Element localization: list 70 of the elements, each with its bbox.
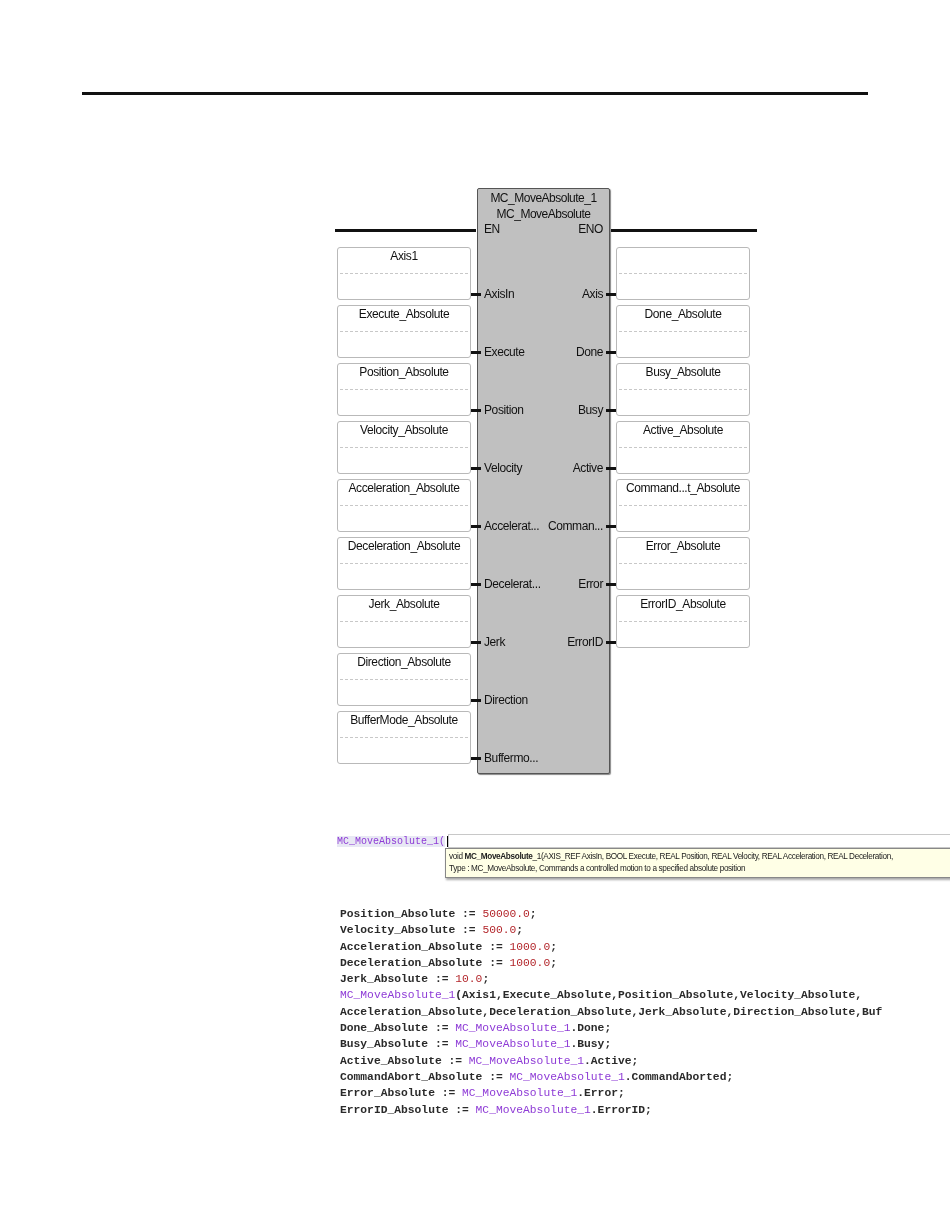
tooltip-text: Type : MC_MoveAbsolute, Commands a controlled motion to a specified absolute position xyxy=(449,863,747,875)
pin-wire xyxy=(470,640,481,644)
pin-label: Position xyxy=(484,403,524,417)
tooltip-text: void MC_MoveAbsolute_1(AXIS_REF AxisIn, BOOL Execute, REAL Position, REAL Velocity, REAL Acceleration, REAL Deceleration, xyxy=(449,851,894,863)
pin-wire xyxy=(470,466,481,470)
text-cursor-icon xyxy=(447,835,449,847)
input-variable-box[interactable]: BufferMode_Absolute xyxy=(337,711,471,764)
output-variable-box[interactable]: Busy_Absolute xyxy=(616,363,750,416)
output-variable-box[interactable]: Error_Absolute xyxy=(616,537,750,590)
output-variable-box[interactable]: Done_Absolute xyxy=(616,305,750,358)
code-line: Busy_Absolute := MC_MoveAbsolute_1.Busy; xyxy=(340,1037,613,1053)
pin-wire xyxy=(470,292,481,296)
pin-label: Busy xyxy=(577,403,603,417)
code-line: Jerk_Absolute := 10.0; xyxy=(340,972,491,988)
block-type-name: MC_MoveAbsolute xyxy=(496,206,591,222)
code-line: Position_Absolute := 50000.0; xyxy=(340,907,538,922)
code-line: Error_Absolute := MC_MoveAbsolute_1.Error; xyxy=(340,1086,626,1102)
pin-wire xyxy=(606,350,617,354)
pin-label: Jerk xyxy=(484,635,506,649)
pin-wire xyxy=(606,292,617,296)
code-line: CommandAbort_Absolute := MC_MoveAbsolute_1.CommandAborted; xyxy=(340,1069,735,1085)
input-variable-box[interactable]: Direction_Absolute xyxy=(337,653,471,706)
pin-label: Direction xyxy=(484,693,528,707)
pin-wire xyxy=(606,640,617,644)
code-input-text[interactable]: MC_MoveAbsolute_1( xyxy=(337,835,446,847)
output-variable-box[interactable]: ErrorID_Absolute xyxy=(616,595,750,648)
block-instance-name: MC_MoveAbsolute_1 xyxy=(490,190,597,206)
pin-label: Error xyxy=(578,577,603,591)
pin-label: EN xyxy=(484,222,500,236)
code-line: Acceleration_Absolute,Deceleration_Absolute,Jerk_Absolute,Direction_Absolute,Buf xyxy=(340,1004,884,1020)
pin-label: Execute xyxy=(484,345,525,359)
pin-wire xyxy=(470,582,481,586)
pin-label: ErrorID xyxy=(567,635,603,649)
pin-label: Active xyxy=(572,461,603,475)
code-line: MC_MoveAbsolute_1(Axis1,Execute_Absolute,Position_Absolute,Velocity_Absolute, xyxy=(340,988,863,1004)
pin-wire xyxy=(606,466,617,470)
pin-wire xyxy=(470,350,481,354)
pin-wire xyxy=(470,756,481,760)
pin-wire xyxy=(606,408,617,412)
code-line: Velocity_Absolute := 500.0; xyxy=(340,923,525,939)
input-variable-box[interactable]: Position_Absolute xyxy=(337,363,471,416)
pin-label: Done xyxy=(575,345,603,359)
input-variable-box[interactable]: Jerk_Absolute xyxy=(337,595,471,648)
output-variable-box[interactable]: Command...t_Absolute xyxy=(616,479,750,532)
input-variable-box[interactable]: Velocity_Absolute xyxy=(337,421,471,474)
pin-label: AxisIn xyxy=(484,287,515,301)
pin-wire xyxy=(606,524,617,528)
output-variable-box[interactable] xyxy=(616,247,750,300)
pin-label: Buffermo... xyxy=(484,751,539,765)
pin-label: Decelerat... xyxy=(484,577,541,591)
pin-wire xyxy=(606,582,617,586)
output-variable-box[interactable]: Active_Absolute xyxy=(616,421,750,474)
pin-label: Axis xyxy=(581,287,603,301)
code-line: Acceleration_Absolute := 1000.0; xyxy=(340,939,558,955)
pin-wire xyxy=(470,408,481,412)
pin-wire xyxy=(470,524,481,528)
code-line: Done_Absolute := MC_MoveAbsolute_1.Done; xyxy=(340,1021,613,1037)
pin-label: Accelerat... xyxy=(484,519,540,533)
pin-label: Comman... xyxy=(547,519,603,533)
input-variable-box[interactable]: Deceleration_Absolute xyxy=(337,537,471,590)
input-variable-box[interactable]: Axis1 xyxy=(337,247,471,300)
code-line: Active_Absolute := MC_MoveAbsolute_1.Active; xyxy=(340,1053,640,1069)
pin-label: ENO xyxy=(578,222,603,236)
input-variable-box[interactable]: Acceleration_Absolute xyxy=(337,479,471,532)
code-input-field[interactable] xyxy=(448,834,950,848)
code-line: ErrorID_Absolute := MC_MoveAbsolute_1.ErrorID; xyxy=(340,1102,653,1118)
code-line: Deceleration_Absolute := 1000.0; xyxy=(340,955,558,971)
pin-wire xyxy=(470,698,481,702)
pin-label: Velocity xyxy=(484,461,523,475)
input-variable-box[interactable]: Execute_Absolute xyxy=(337,305,471,358)
